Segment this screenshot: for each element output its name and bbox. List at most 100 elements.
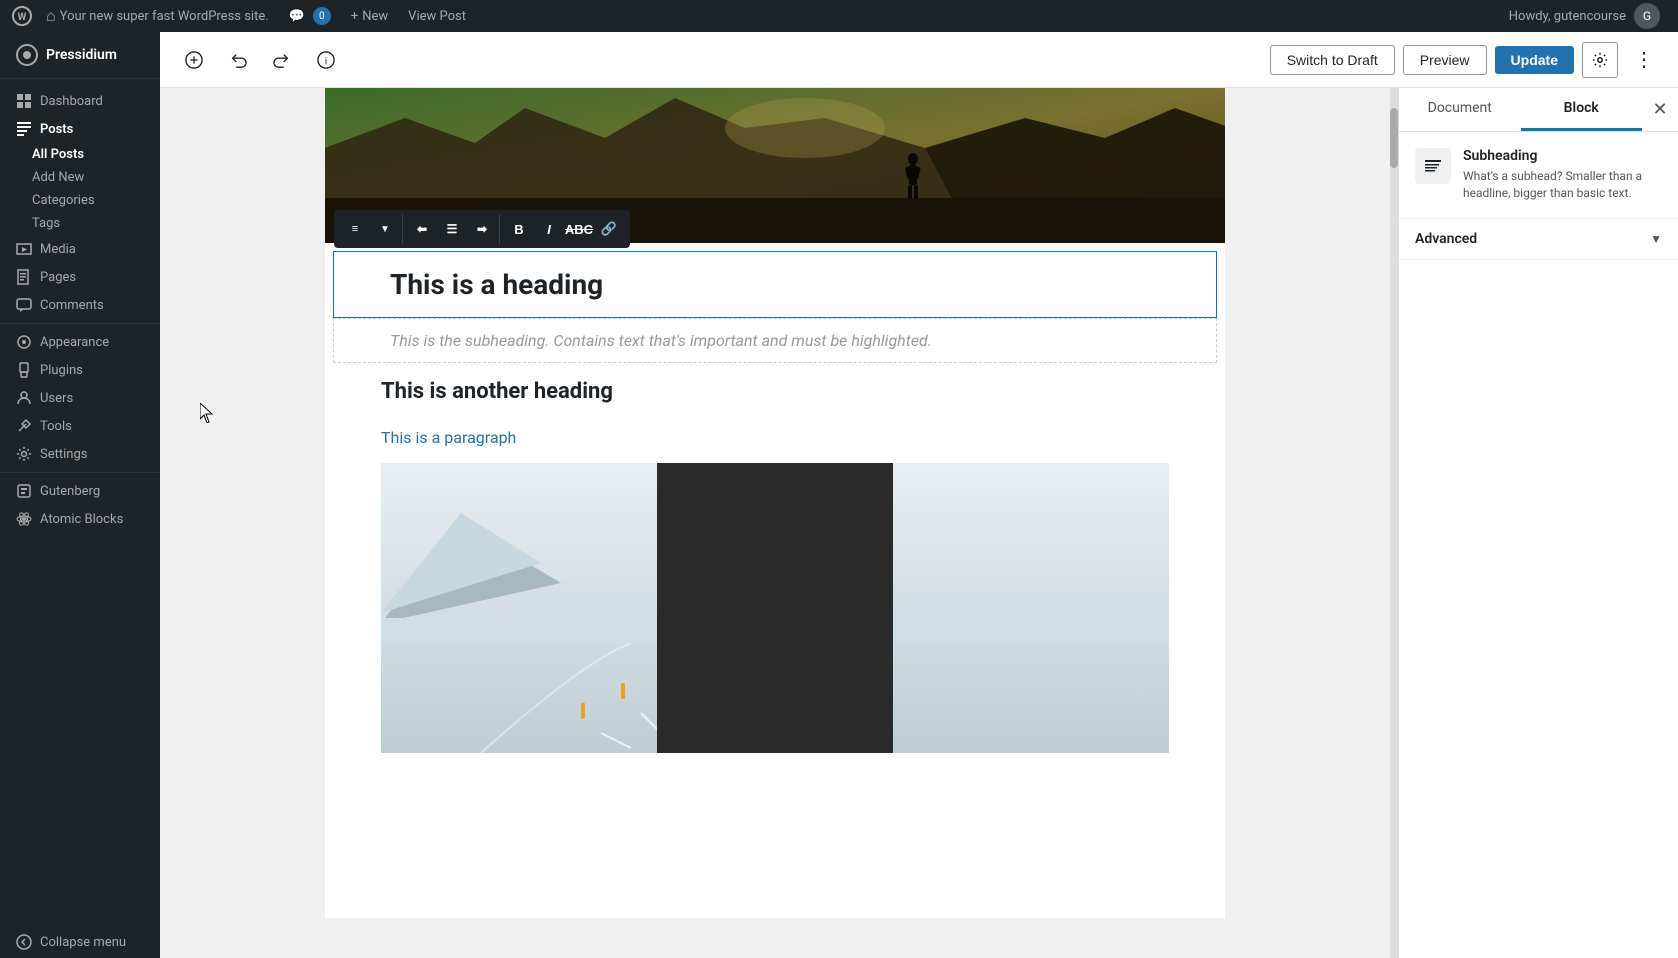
sidebar-item-comments[interactable]: Comments [0, 291, 160, 319]
strikethrough-button[interactable]: ABC [564, 214, 594, 244]
tools-icon [16, 418, 32, 434]
text-align-group: ⬅ ☰ ➡ [405, 214, 500, 244]
sidebar-item-plugins[interactable]: Plugins [0, 356, 160, 384]
svg-text:W: W [18, 12, 27, 23]
subheading-icon [1423, 156, 1443, 176]
right-panel-tabs: Document Block ✕ [1399, 88, 1678, 132]
avatar: G [1634, 3, 1660, 29]
view-post-link[interactable]: View Post [398, 0, 476, 32]
sidebar-item-label: Users [40, 391, 73, 406]
sidebar-item-tools[interactable]: Tools [0, 412, 160, 440]
sidebar-item-label: Settings [40, 447, 87, 462]
sidebar-item-posts[interactable]: Posts [0, 115, 160, 143]
atomic-blocks-icon [16, 511, 32, 527]
sidebar-subitem-tags[interactable]: Tags [0, 212, 160, 235]
align-left-text-button[interactable]: ⬅ [407, 214, 437, 244]
advanced-section-header[interactable]: Advanced ▼ [1415, 231, 1662, 247]
new-content-link[interactable]: + New [341, 0, 398, 32]
sidebar-item-atomic-blocks[interactable]: Atomic Blocks [0, 505, 160, 533]
sidebar: Pressidium Dashboard Posts All Posts Add… [0, 32, 160, 958]
sidebar-item-appearance[interactable]: Appearance [0, 328, 160, 356]
editor-scrollbar[interactable] [1390, 88, 1398, 958]
appearance-icon [16, 334, 32, 350]
comments-link[interactable]: 💬 0 [279, 0, 341, 32]
right-panel-scroll: Subheading What's a subhead? Smaller tha… [1399, 132, 1678, 958]
align-left-button[interactable]: ≡ [340, 214, 370, 244]
gutenberg-icon [16, 483, 32, 499]
align-right-button[interactable]: ➡ [467, 214, 497, 244]
road-image-block[interactable] [381, 463, 1169, 753]
editor-area: i Switch to Draft Preview Update ⋮ [160, 32, 1678, 958]
comments-icon [16, 297, 32, 313]
tab-block[interactable]: Block [1521, 88, 1643, 131]
brand-name: Pressidium [46, 47, 117, 63]
heading-text-1: This is a heading [390, 268, 603, 301]
preview-button[interactable]: Preview [1403, 45, 1487, 75]
gear-icon [1591, 51, 1609, 69]
svg-text:i: i [325, 56, 327, 67]
add-block-button[interactable] [176, 42, 212, 78]
sidebar-item-label: Comments [40, 298, 104, 313]
editor-content: ≡ ▼ ⬅ ☰ ➡ B I ABC [160, 88, 1390, 958]
info-button[interactable]: i [308, 42, 344, 78]
editor-main: ≡ ▼ ⬅ ☰ ➡ B I ABC [160, 88, 1678, 958]
info-icon: i [317, 51, 335, 69]
block-info-text: Subheading What's a subhead? Smaller tha… [1463, 148, 1662, 202]
pages-icon [16, 269, 32, 285]
style-group: B I ABC 🔗 [502, 214, 626, 244]
advanced-section-title: Advanced [1415, 231, 1477, 247]
sidebar-subitem-all-posts[interactable]: All Posts [0, 143, 160, 166]
sidebar-item-label: Dashboard [40, 94, 103, 109]
paragraph-text: This is a paragraph [381, 428, 516, 447]
align-dropdown-button[interactable]: ▼ [370, 214, 400, 244]
posts-icon [16, 121, 32, 137]
bold-button[interactable]: B [504, 214, 534, 244]
more-options-button[interactable]: ⋮ [1626, 42, 1662, 78]
block-icon-container [1415, 148, 1451, 184]
sidebar-item-users[interactable]: Users [0, 384, 160, 412]
user-greeting[interactable]: Howdy, gutencourse G [1499, 3, 1670, 29]
site-name-link[interactable]: ⌂ Your new super fast WordPress site. [36, 0, 279, 32]
italic-button[interactable]: I [534, 214, 564, 244]
right-panel: Document Block ✕ [1398, 88, 1678, 958]
sidebar-item-pages[interactable]: Pages [0, 263, 160, 291]
undo-button[interactable] [220, 42, 256, 78]
sidebar-item-label: Plugins [40, 363, 83, 378]
subheading-placeholder: This is the subheading. Contains text th… [390, 331, 932, 350]
panel-close-button[interactable]: ✕ [1642, 92, 1678, 128]
subheading-block[interactable]: This is the subheading. Contains text th… [333, 318, 1217, 363]
sidebar-item-dashboard[interactable]: Dashboard [0, 87, 160, 115]
update-button[interactable]: Update [1495, 46, 1574, 74]
tab-document[interactable]: Document [1399, 88, 1521, 131]
paragraph-block[interactable]: This is a paragraph [325, 420, 1225, 455]
road-image-svg [381, 463, 1169, 753]
heading-block-2[interactable]: This is another heading [325, 363, 1225, 420]
sidebar-subitem-categories[interactable]: Categories [0, 189, 160, 212]
advanced-chevron-icon: ▼ [1650, 232, 1662, 246]
sidebar-item-media[interactable]: Media [0, 235, 160, 263]
collapse-icon [16, 934, 32, 950]
admin-bar: W ⌂ Your new super fast WordPress site. … [0, 0, 1678, 32]
brand-icon [16, 44, 38, 66]
sidebar-item-label: Media [40, 242, 76, 257]
sidebar-item-label: Tools [40, 419, 72, 434]
sidebar-collapse-button[interactable]: Collapse menu [0, 926, 160, 958]
collapse-label: Collapse menu [40, 935, 126, 950]
heading-block-1[interactable]: ≡ ▼ ⬅ ☰ ➡ B I ABC [333, 251, 1217, 318]
sidebar-item-gutenberg[interactable]: Gutenberg [0, 477, 160, 505]
sidebar-subitem-add-new[interactable]: Add New [0, 166, 160, 189]
sidebar-item-label: Posts [40, 122, 73, 137]
toolbar-right: Switch to Draft Preview Update ⋮ [1270, 42, 1662, 78]
sidebar-item-settings[interactable]: Settings [0, 440, 160, 468]
link-button[interactable]: 🔗 [594, 214, 624, 244]
scrollbar-thumb[interactable] [1390, 108, 1398, 168]
add-icon [185, 51, 203, 69]
wp-logo[interactable]: W [8, 0, 36, 32]
redo-button[interactable] [264, 42, 300, 78]
sidebar-divider-1 [0, 323, 160, 324]
align-center-button[interactable]: ☰ [437, 214, 467, 244]
switch-draft-button[interactable]: Switch to Draft [1270, 45, 1395, 75]
settings-button[interactable] [1582, 42, 1618, 78]
plugins-icon [16, 362, 32, 378]
users-icon [16, 390, 32, 406]
